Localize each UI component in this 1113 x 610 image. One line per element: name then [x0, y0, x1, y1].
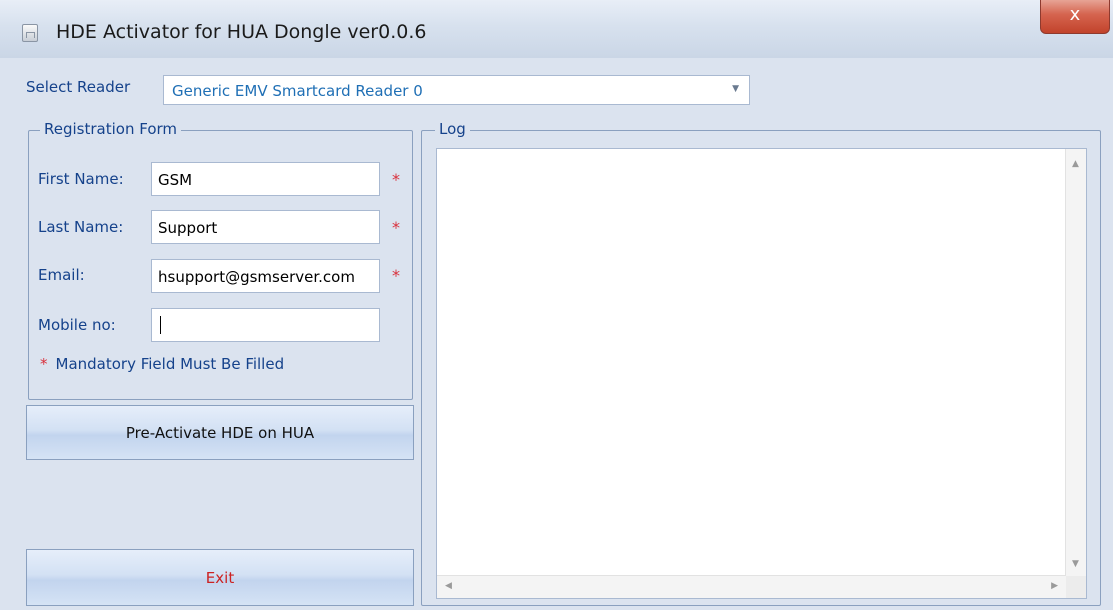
email-field[interactable]: hsupport@gsmserver.com [151, 259, 380, 293]
app-icon [22, 24, 38, 42]
last-name-value: Support [158, 219, 218, 237]
pre-activate-button[interactable]: Pre-Activate HDE on HUA [26, 405, 414, 460]
email-mandatory-marker: * [392, 266, 400, 285]
mobile-field[interactable] [151, 308, 380, 342]
mobile-label: Mobile no: [38, 316, 116, 334]
text-caret [160, 316, 161, 334]
last-name-field[interactable]: Support [151, 210, 380, 244]
reader-select[interactable]: Generic EMV Smartcard Reader 0 ▼ [163, 75, 750, 105]
registration-form-title: Registration Form [40, 120, 182, 138]
close-icon[interactable]: x [1040, 0, 1110, 34]
scrollbar-corner [1066, 576, 1086, 598]
log-textarea[interactable]: ▲ ▼ ◀ ▶ [436, 148, 1087, 599]
first-name-label: First Name: [38, 170, 124, 188]
log-title: Log [435, 120, 470, 138]
first-name-mandatory-marker: * [392, 170, 400, 189]
email-label: Email: [38, 266, 85, 284]
select-reader-label: Select Reader [26, 78, 131, 96]
mandatory-note-text: Mandatory Field Must Be Filled [55, 355, 285, 373]
mandatory-note-star: * [40, 355, 48, 373]
log-horizontal-scrollbar[interactable]: ◀ ▶ [437, 575, 1066, 598]
exit-button[interactable]: Exit [26, 549, 414, 606]
reader-select-value: Generic EMV Smartcard Reader 0 [172, 82, 423, 100]
dropdown-arrow-icon[interactable]: ▼ [732, 84, 739, 94]
scroll-down-icon[interactable]: ▼ [1072, 559, 1079, 569]
title-bar: HDE Activator for HUA Dongle ver0.0.6 x [0, 0, 1113, 59]
last-name-label: Last Name: [38, 218, 124, 236]
first-name-value: GSM [158, 171, 193, 189]
last-name-mandatory-marker: * [392, 218, 400, 237]
scroll-up-icon[interactable]: ▲ [1072, 159, 1079, 169]
log-vertical-scrollbar[interactable]: ▲ ▼ [1065, 149, 1086, 577]
first-name-field[interactable]: GSM [151, 162, 380, 196]
mandatory-note: * Mandatory Field Must Be Filled [40, 355, 284, 373]
scroll-left-icon[interactable]: ◀ [445, 581, 452, 591]
window-title: HDE Activator for HUA Dongle ver0.0.6 [56, 21, 427, 43]
email-value: hsupport@gsmserver.com [158, 268, 355, 286]
scroll-right-icon[interactable]: ▶ [1051, 581, 1058, 591]
